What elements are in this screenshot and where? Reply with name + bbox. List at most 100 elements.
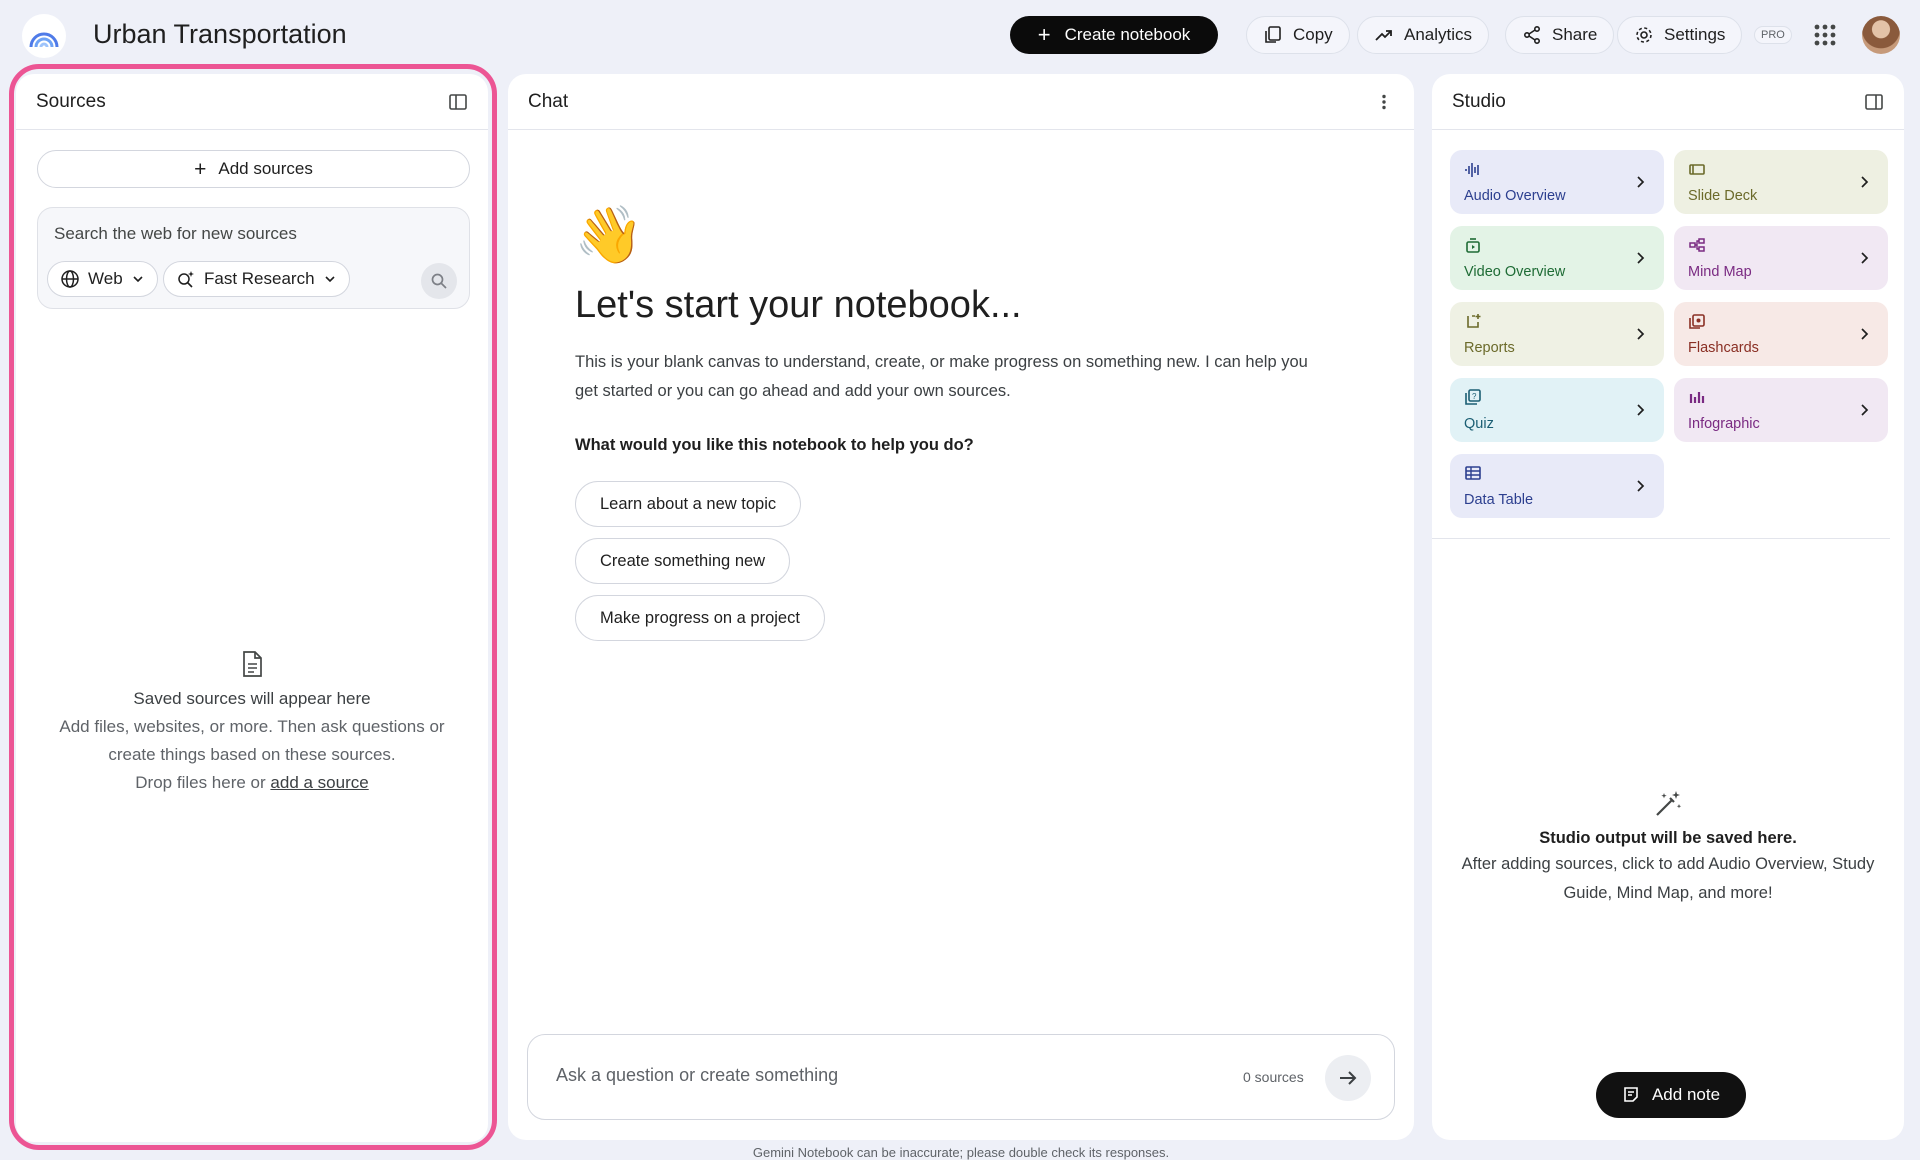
chevron-right-icon	[1861, 404, 1869, 416]
mind-map-icon	[1689, 238, 1705, 252]
share-button[interactable]: Share	[1505, 16, 1615, 54]
studio-tile-label: Infographic	[1688, 416, 1760, 432]
research-chip-label: Fast Research	[204, 269, 315, 288]
gear-icon	[1636, 27, 1652, 43]
sources-empty-body: Add files, websites, or more. Then ask q…	[42, 713, 462, 797]
add-sources-label: Add sources	[218, 159, 313, 178]
sources-empty-title: Saved sources will appear here	[133, 689, 371, 708]
studio-header: Studio	[1432, 74, 1904, 130]
search-submit-button[interactable]	[421, 263, 457, 299]
copy-icon	[1265, 26, 1281, 43]
studio-tile-mind-map[interactable]: Mind Map	[1674, 226, 1888, 290]
studio-tile-label: Mind Map	[1688, 264, 1752, 280]
chevron-right-icon	[1861, 252, 1869, 264]
studio-tile-audio-overview[interactable]: Audio Overview	[1450, 150, 1664, 214]
settings-button[interactable]: Settings	[1617, 16, 1743, 54]
studio-tile-label: Slide Deck	[1688, 188, 1758, 204]
copy-button[interactable]: Copy	[1246, 16, 1350, 54]
studio-tile-video-overview[interactable]: Video Overview	[1450, 226, 1664, 290]
chevron-right-icon	[1861, 328, 1869, 340]
studio-tile-label: Video Overview	[1464, 264, 1566, 280]
studio-tile-reports[interactable]: Reports	[1450, 302, 1664, 366]
add-note-label: Add note	[1651, 1085, 1721, 1104]
web-chip-label: Web	[88, 269, 123, 288]
sources-panel: Sources + Add sources Web Fast Research …	[16, 74, 488, 1142]
document-icon	[243, 651, 262, 677]
chevron-right-icon	[1637, 480, 1645, 492]
chevron-right-icon	[1637, 176, 1645, 188]
notebook-title[interactable]: Urban Transportation	[93, 19, 347, 50]
note-icon	[1624, 1087, 1638, 1102]
studio-tile-data-table[interactable]: Data Table	[1450, 454, 1664, 518]
chevron-right-icon	[1637, 328, 1645, 340]
studio-tile-label: Quiz	[1464, 416, 1494, 432]
studio-tile-quiz[interactable]: ? Quiz	[1450, 378, 1664, 442]
copy-label: Copy	[1293, 25, 1333, 44]
add-note-button[interactable]: Add note	[1596, 1072, 1746, 1118]
app-header: Urban Transportation + Create notebook C…	[0, 0, 1920, 70]
studio-empty-body: After adding sources, click to add Audio…	[1461, 855, 1875, 902]
suggestion-chip[interactable]: Make progress on a project	[575, 595, 825, 641]
apps-grid-icon[interactable]	[1812, 22, 1838, 48]
magic-wand-icon	[1656, 791, 1682, 816]
chat-prompt-question: What would you like this notebook to hel…	[575, 436, 974, 454]
collapse-panel-icon[interactable]	[448, 92, 468, 112]
settings-label: Settings	[1664, 25, 1726, 44]
waving-hand-icon: 👋	[574, 203, 644, 266]
flashcards-icon	[1689, 314, 1705, 329]
add-sources-button[interactable]: + Add sources	[37, 150, 470, 188]
chat-input[interactable]	[556, 1065, 1176, 1086]
collapse-panel-icon[interactable]	[1864, 92, 1884, 112]
share-label: Share	[1552, 25, 1598, 44]
studio-empty-title: Studio output will be saved here.	[1539, 829, 1797, 847]
send-button[interactable]	[1325, 1055, 1371, 1101]
chevron-down-icon	[133, 276, 143, 283]
infographic-icon	[1689, 392, 1705, 403]
chevron-right-icon	[1637, 404, 1645, 416]
svg-text:?: ?	[1472, 392, 1477, 401]
studio-tile-label: Flashcards	[1688, 340, 1759, 356]
suggestion-chip[interactable]: Learn about a new topic	[575, 481, 802, 527]
sources-header: Sources	[16, 74, 488, 130]
sparkle-search-icon	[178, 271, 194, 288]
share-icon	[1523, 25, 1541, 45]
chat-header: Chat	[508, 74, 1414, 130]
create-notebook-button[interactable]: + Create notebook	[1010, 16, 1218, 54]
chat-intro-text: This is your blank canvas to understand,…	[575, 353, 1308, 400]
suggestion-chip[interactable]: Create something new	[575, 538, 791, 584]
studio-title: Studio	[1452, 90, 1506, 112]
studio-tile-infographic[interactable]: Infographic	[1674, 378, 1888, 442]
add-source-link[interactable]: add a source	[270, 773, 368, 792]
chat-composer: 0 sources	[527, 1034, 1395, 1120]
sources-title: Sources	[36, 90, 106, 112]
web-source-dropdown[interactable]: Web	[47, 261, 158, 297]
chevron-right-icon	[1861, 176, 1869, 188]
notebook-logo-icon[interactable]	[22, 14, 66, 58]
web-search-box: Web Fast Research	[37, 207, 470, 309]
more-vert-icon[interactable]	[1374, 92, 1394, 112]
studio-tile-label: Reports	[1464, 340, 1515, 356]
analytics-button[interactable]: Analytics	[1357, 16, 1490, 54]
account-avatar[interactable]	[1862, 16, 1900, 54]
quiz-icon: ?	[1465, 389, 1481, 405]
drop-files-text: Drop files here or	[135, 773, 271, 792]
research-mode-dropdown[interactable]: Fast Research	[163, 261, 350, 297]
chat-heading: Let's start your notebook...	[575, 284, 1022, 326]
slides-icon	[1689, 164, 1705, 175]
plus-icon: +	[194, 157, 207, 181]
source-count: 0 sources	[1243, 1069, 1304, 1085]
studio-tile-flashcards[interactable]: Flashcards	[1674, 302, 1888, 366]
studio-empty-state: Studio output will be saved here. After …	[1432, 788, 1904, 908]
web-search-input[interactable]	[54, 224, 434, 244]
studio-tile-label: Audio Overview	[1464, 188, 1566, 204]
create-notebook-label: Create notebook	[1064, 25, 1191, 44]
arrow-right-icon	[1340, 1071, 1357, 1085]
pro-badge: PRO	[1754, 26, 1792, 44]
sources-empty-state: Saved sources will appear here Add files…	[16, 650, 488, 797]
search-icon	[431, 273, 447, 289]
chevron-down-icon	[324, 276, 335, 283]
trending-up-icon	[1375, 30, 1392, 41]
studio-tile-slide-deck[interactable]: Slide Deck	[1674, 150, 1888, 214]
plus-icon: +	[1037, 22, 1051, 47]
chat-panel: Chat 👋 Let's start your notebook... This…	[508, 74, 1414, 1140]
